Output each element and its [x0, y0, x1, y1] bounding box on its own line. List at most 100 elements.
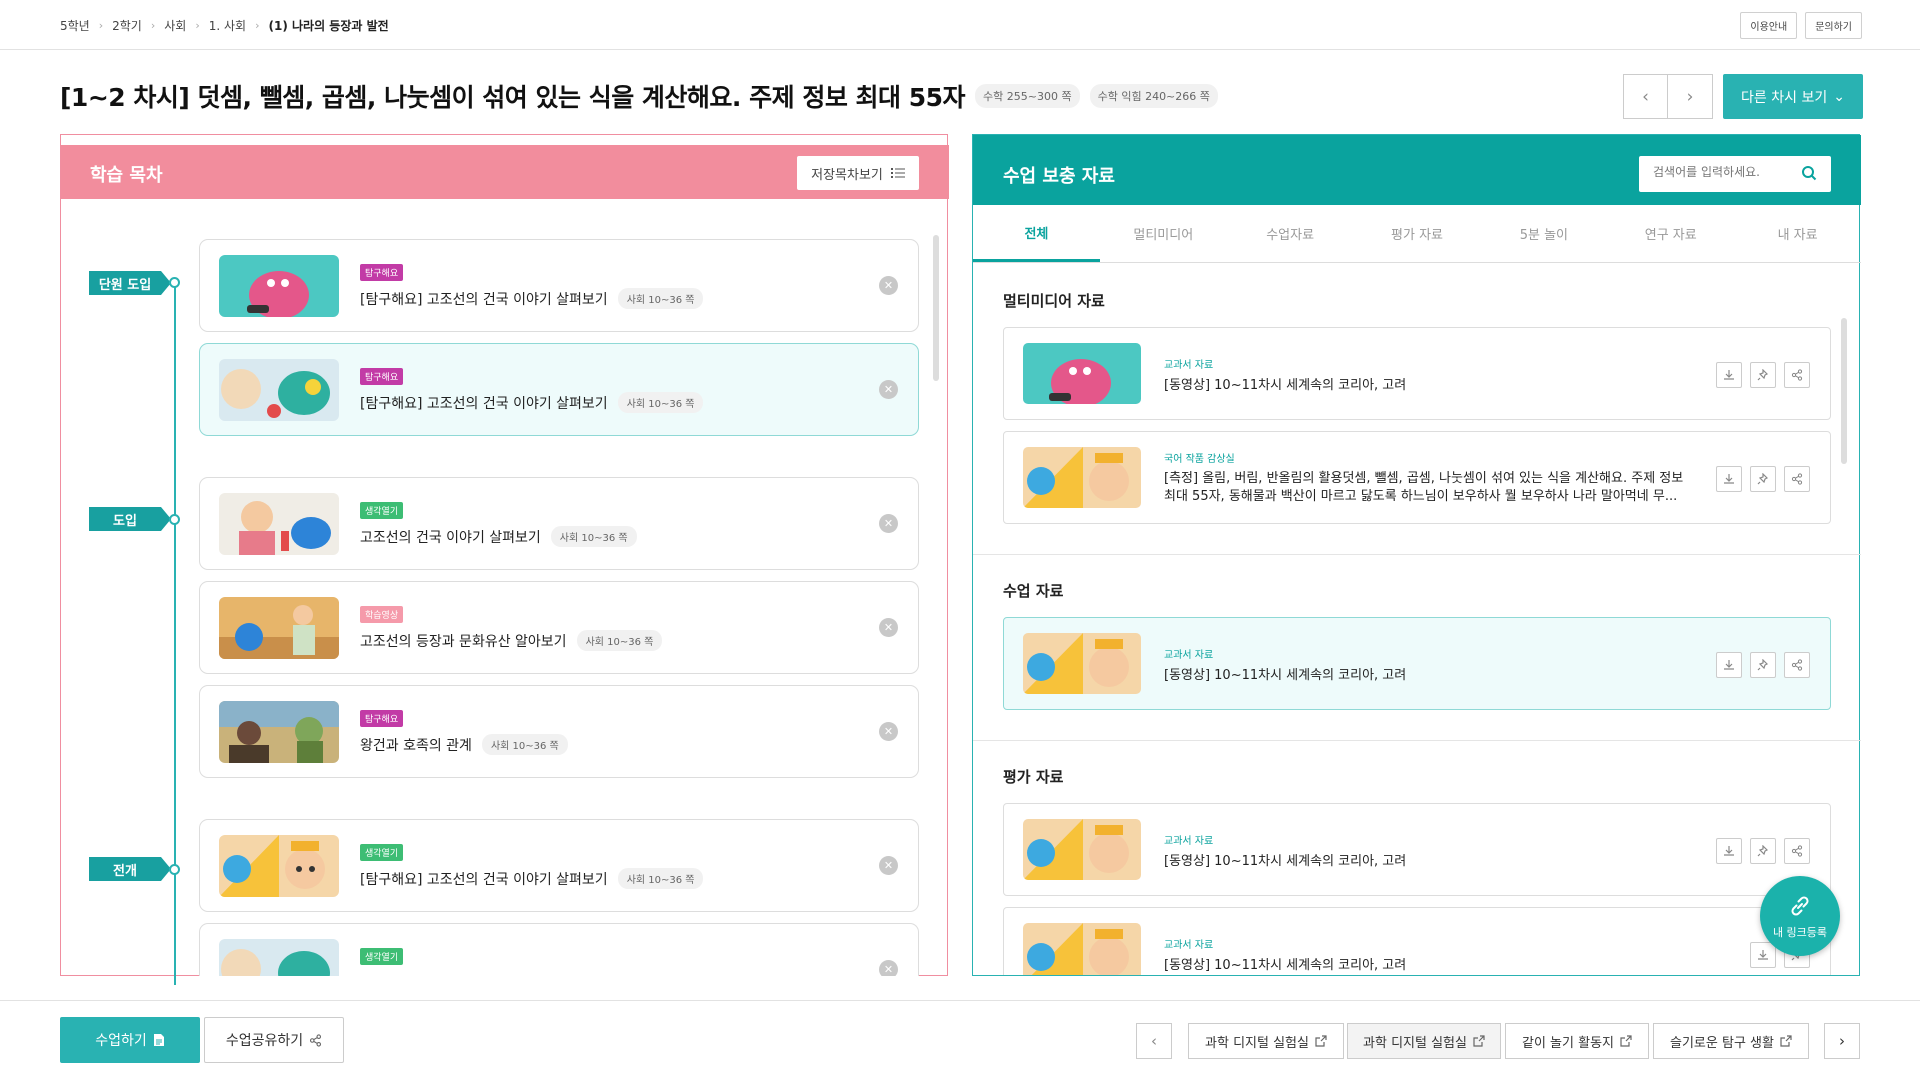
share-button[interactable]	[1784, 838, 1810, 864]
content-title: [탐구해요] 고조선의 건국 이야기 살펴보기	[360, 395, 608, 412]
panel-title: 수업 보충 자료	[1003, 166, 1115, 187]
share-button[interactable]	[1784, 652, 1810, 678]
breadcrumb-subject[interactable]: 사회	[164, 17, 186, 34]
search-icon[interactable]	[1801, 165, 1817, 181]
material-category: 교과서 자료	[1164, 650, 1214, 661]
external-link-button[interactable]: 슬기로운 탐구 생활	[1653, 1023, 1809, 1059]
timeline-dot	[169, 864, 180, 875]
start-class-button[interactable]: 수업하기	[60, 1017, 200, 1063]
page-tag: 사회 10~36 쪽	[617, 868, 704, 889]
material-card[interactable]: 국어 작품 감상실 [측정] 올림, 버림, 반올림의 활용덧셈, 뺄셈, 곱셈…	[1003, 431, 1831, 524]
link-icon	[1791, 895, 1809, 916]
search-input[interactable]	[1653, 165, 1793, 179]
content-title-row: 고조선의 등장과 문화유산 알아보기 사회 10~36 쪽	[360, 630, 663, 651]
saved-contents-button[interactable]: 저장목차보기	[797, 156, 919, 190]
content-card[interactable]: 탐구해요 [탐구해요] 고조선의 건국 이야기 살펴보기 사회 10~36 쪽 …	[199, 239, 919, 332]
tab-multimedia[interactable]: 멀티미디어	[1100, 205, 1227, 262]
remove-button[interactable]: ✕	[879, 722, 898, 741]
breadcrumb-unit[interactable]: 1. 사회	[209, 17, 246, 34]
material-card[interactable]: 교과서 자료 [동영상] 10~11차시 세계속의 코리아, 고려	[1003, 327, 1831, 420]
page-range-tag: 수학 255~300 쪽	[975, 84, 1080, 108]
content-card[interactable]: 생각열기 ✕	[199, 923, 919, 976]
share-button[interactable]	[1784, 466, 1810, 492]
timeline-dot	[169, 514, 180, 525]
links-prev-button[interactable]: ‹	[1136, 1023, 1172, 1059]
category-badge: 생각열기	[360, 844, 404, 861]
prev-lesson-button[interactable]: ‹	[1623, 74, 1668, 119]
other-lesson-button[interactable]: 다른 차시 보기 ⌄	[1723, 74, 1863, 119]
download-icon	[1758, 950, 1768, 960]
material-tabs: 전체 멀티미디어 수업자료 평가 자료 5분 놀이 연구 자료 내 자료	[973, 205, 1861, 263]
close-icon: ✕	[883, 963, 894, 976]
chevron-right-icon: ›	[1686, 86, 1694, 107]
chevron-right-icon: ›	[150, 19, 156, 32]
stage-label-unit-intro: 단원 도입	[89, 271, 171, 295]
material-card[interactable]: 교과서 자료 [동영상] 10~11차시 세계속의 코리아, 고려	[1003, 907, 1831, 975]
tab-research[interactable]: 연구 자료	[1607, 205, 1734, 262]
material-title: [동영상] 10~11차시 세계속의 코리아, 고려	[1164, 854, 1407, 869]
bottom-bar: 수업하기 수업공유하기 ‹ 과학 디지털 실험실 과학 디지털 실험실 같이 놀…	[0, 1000, 1920, 1080]
tab-five-minute-play[interactable]: 5분 놀이	[1480, 205, 1607, 262]
section-title-multimedia: 멀티미디어 자료	[1003, 292, 1105, 310]
remove-button[interactable]: ✕	[879, 618, 898, 637]
material-card[interactable]: 교과서 자료 [동영상] 10~11차시 세계속의 코리아, 고려	[1003, 803, 1831, 896]
close-icon: ✕	[883, 621, 894, 634]
my-link-register-label: 내 링크등록	[1772, 925, 1828, 939]
remove-button[interactable]: ✕	[879, 960, 898, 976]
content-card[interactable]: 생각열기 고조선의 건국 이야기 살펴보기 사회 10~36 쪽 ✕	[199, 477, 919, 570]
download-button[interactable]	[1716, 652, 1742, 678]
content-card[interactable]: 탐구해요 왕건과 호족의 관계 사회 10~36 쪽 ✕	[199, 685, 919, 778]
download-button[interactable]	[1716, 838, 1742, 864]
remove-button[interactable]: ✕	[879, 276, 898, 295]
page-tag: 사회 10~36 쪽	[576, 630, 663, 651]
remove-button[interactable]: ✕	[879, 380, 898, 399]
material-card[interactable]: 교과서 자료 [동영상] 10~11차시 세계속의 코리아, 고려	[1003, 617, 1831, 710]
scrollbar-thumb[interactable]	[933, 235, 939, 381]
guide-button[interactable]: 이용안내	[1740, 12, 1798, 39]
content-card[interactable]: 생각열기 [탐구해요] 고조선의 건국 이야기 살펴보기 사회 10~36 쪽 …	[199, 819, 919, 912]
breadcrumb-grade[interactable]: 5학년	[60, 17, 90, 34]
tab-class-materials[interactable]: 수업자료	[1227, 205, 1354, 262]
share-button[interactable]	[1784, 362, 1810, 388]
inquiry-button[interactable]: 문의하기	[1805, 12, 1862, 39]
page-tag: 사회 10~36 쪽	[617, 288, 704, 309]
remove-button[interactable]: ✕	[879, 856, 898, 875]
share-class-button[interactable]: 수업공유하기	[204, 1017, 344, 1063]
scrollbar-thumb[interactable]	[1841, 318, 1847, 464]
chevron-left-icon: ‹	[1642, 86, 1649, 107]
download-icon	[1724, 846, 1734, 856]
thumbnail-image	[219, 359, 339, 421]
tab-my-materials[interactable]: 내 자료	[1734, 205, 1861, 262]
close-icon: ✕	[883, 279, 894, 292]
links-next-button[interactable]: ›	[1824, 1023, 1860, 1059]
close-icon: ✕	[883, 859, 894, 872]
external-link-button[interactable]: 같이 놀기 활동지	[1505, 1023, 1649, 1059]
my-link-register-button[interactable]: 내 링크등록	[1760, 876, 1840, 956]
download-button[interactable]	[1750, 942, 1776, 968]
next-lesson-button[interactable]: ›	[1668, 74, 1713, 119]
download-button[interactable]	[1716, 466, 1742, 492]
external-link-button[interactable]: 과학 디지털 실험실	[1188, 1023, 1344, 1059]
pin-button[interactable]	[1750, 362, 1776, 388]
pin-button[interactable]	[1750, 652, 1776, 678]
thumbnail-image	[219, 701, 339, 763]
timeline-dot	[169, 277, 180, 288]
category-badge: 생각열기	[360, 502, 404, 519]
supplementary-header: 수업 보충 자료	[973, 135, 1861, 205]
pin-button[interactable]	[1750, 838, 1776, 864]
tab-evaluation[interactable]: 평가 자료	[1354, 205, 1481, 262]
content-card[interactable]: 탐구해요 [탐구해요] 고조선의 건국 이야기 살펴보기 사회 10~36 쪽 …	[199, 343, 919, 436]
material-title: [동영상] 10~11차시 세계속의 코리아, 고려	[1164, 668, 1407, 683]
pin-button[interactable]	[1750, 466, 1776, 492]
content-card[interactable]: 학습영상 고조선의 등장과 문화유산 알아보기 사회 10~36 쪽 ✕	[199, 581, 919, 674]
remove-button[interactable]: ✕	[879, 514, 898, 533]
breadcrumb-semester[interactable]: 2학기	[112, 17, 142, 34]
content-title: [탐구해요] 고조선의 건국 이야기 살펴보기	[360, 871, 608, 888]
external-link-button[interactable]: 과학 디지털 실험실	[1347, 1023, 1501, 1059]
download-button[interactable]	[1716, 362, 1742, 388]
tab-all[interactable]: 전체	[973, 205, 1100, 262]
thumbnail-image	[1023, 343, 1141, 404]
list-icon	[890, 168, 905, 178]
share-icon	[1791, 659, 1803, 671]
panel-title: 학습 목차	[90, 165, 163, 186]
